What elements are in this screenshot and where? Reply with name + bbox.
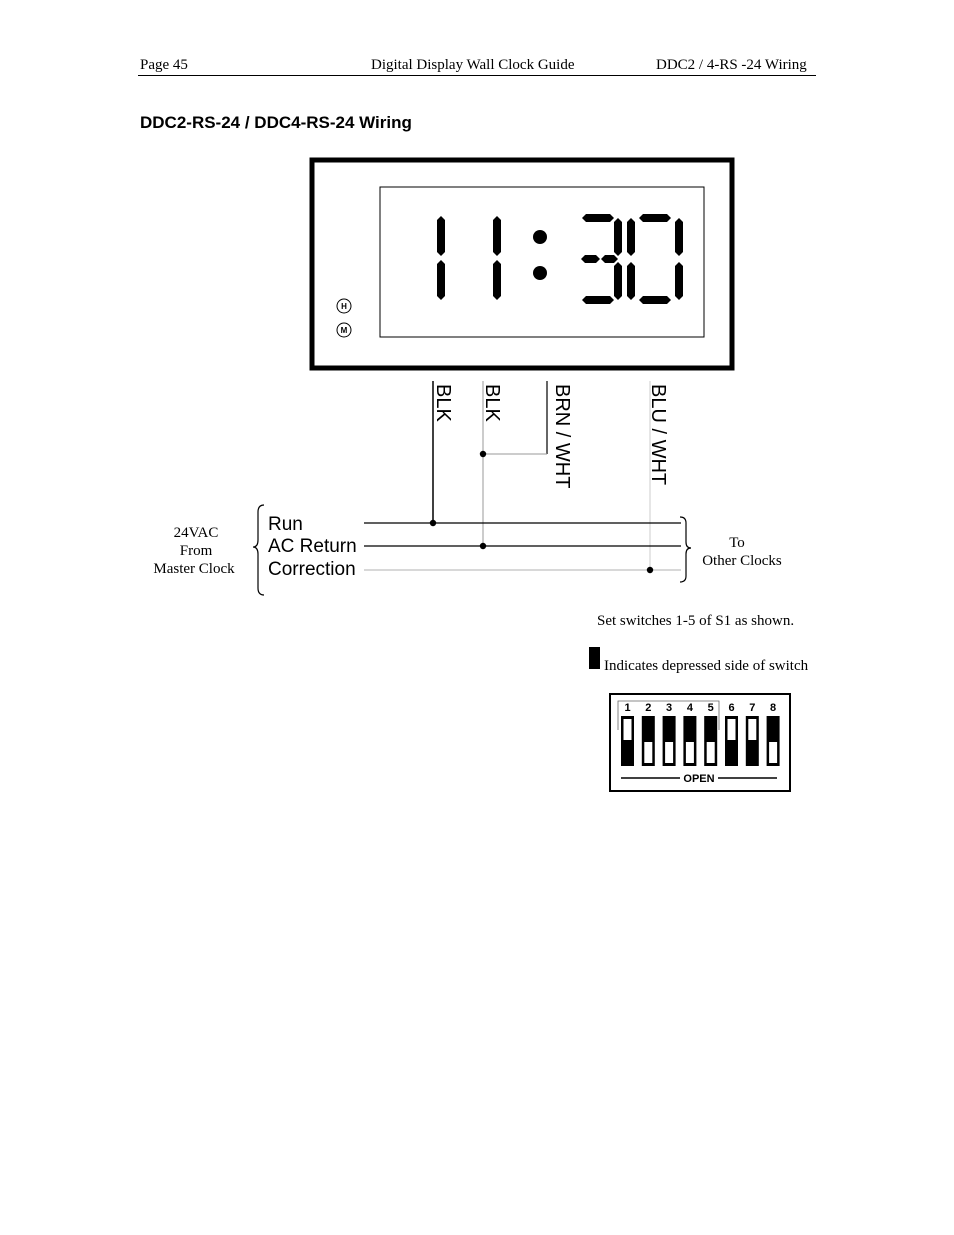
- minute-button-label: M: [341, 326, 348, 335]
- wire-label-blk-1: BLK: [432, 384, 454, 422]
- digit-2-seg-b: [493, 216, 501, 256]
- digit-1-seg-b: [437, 216, 445, 256]
- dip-switch-raised-side: [623, 719, 632, 740]
- junction-ac-return: [479, 542, 487, 550]
- dip-switch-raised-side: [706, 742, 715, 763]
- dip-switch-number: 8: [770, 702, 776, 714]
- dip-switch-number: 1: [624, 702, 630, 714]
- destination-line-2: Other Clocks: [702, 553, 782, 569]
- switch-note: Set switches 1-5 of S1 as shown.: [597, 613, 794, 629]
- wire-label-blk-2: BLK: [481, 384, 503, 422]
- source-line-1: 24VAC: [174, 525, 219, 541]
- source-line-3: Master Clock: [153, 561, 235, 577]
- bus-label-correction: Correction: [268, 559, 356, 580]
- bus-label-ac-return: AC Return: [268, 536, 357, 557]
- dip-switch-raised-side: [769, 742, 778, 763]
- dip-switch-raised-side: [644, 742, 653, 763]
- legend-note: Indicates depressed side of switch: [604, 658, 809, 674]
- digit-3-seg-g1: [581, 255, 600, 263]
- source-line-2: From: [180, 543, 213, 559]
- hour-button[interactable]: H: [336, 298, 352, 314]
- wiring-diagram: H M BLK BLK BRN / WHT BLU / WHT Run AC R…: [153, 157, 809, 792]
- dip-switch-number: 6: [728, 702, 734, 714]
- dip-switch-s1: 1 2 3 4 5 6 7 8 OPEN: [609, 693, 791, 792]
- digit-3-seg-a: [582, 214, 614, 222]
- dip-switch-number: 2: [645, 702, 651, 714]
- digit-3-seg-c: [614, 262, 622, 300]
- junction-correction: [646, 566, 654, 574]
- dip-switch-number: 4: [687, 702, 694, 714]
- digit-1-seg-c: [437, 260, 445, 300]
- digit-3-seg-d: [582, 296, 614, 304]
- left-brace: [252, 504, 265, 596]
- dip-switch-raised-side: [665, 742, 674, 763]
- digit-4-seg-e: [627, 262, 635, 300]
- dip-switch-raised-side: [748, 719, 757, 740]
- dip-switch-number: 3: [666, 702, 672, 714]
- digit-4-seg-b: [675, 218, 683, 256]
- destination-line-1: To: [729, 535, 745, 551]
- digit-4-seg-f: [627, 218, 635, 256]
- digit-4-seg-a: [639, 214, 671, 222]
- dip-switch-number: 7: [749, 702, 755, 714]
- colon-top: [533, 230, 547, 244]
- depressed-legend-swatch: [589, 647, 600, 669]
- dip-switch-number: 5: [708, 702, 714, 714]
- junction-run: [429, 519, 437, 527]
- colon-bottom: [533, 266, 547, 280]
- digit-2-seg-c: [493, 260, 501, 300]
- digit-4-seg-d: [639, 296, 671, 304]
- clock-display-window: [379, 186, 705, 338]
- dip-switch-raised-side: [727, 719, 736, 740]
- digit-4-seg-c: [675, 262, 683, 300]
- right-brace: [679, 516, 692, 583]
- digit-3-seg-g2: [601, 255, 618, 263]
- open-label: OPEN: [683, 773, 714, 785]
- clock-digits: [437, 214, 683, 304]
- junction-brn-wht: [479, 450, 487, 458]
- digit-3-seg-b: [614, 218, 622, 256]
- wire-label-brn-wht: BRN / WHT: [551, 384, 573, 488]
- bus-label-run: Run: [268, 514, 303, 535]
- hour-button-label: H: [341, 302, 347, 311]
- minute-button[interactable]: M: [336, 322, 352, 338]
- dip-switch-raised-side: [685, 742, 694, 763]
